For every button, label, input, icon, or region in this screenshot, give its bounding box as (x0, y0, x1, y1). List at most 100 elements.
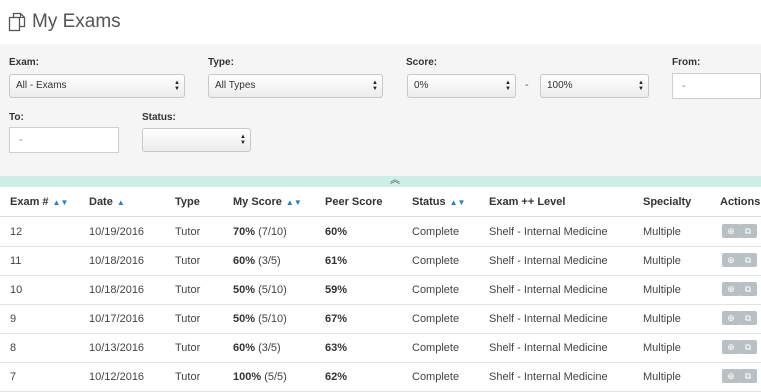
cell-my-score: 60% (3/5) (233, 255, 281, 267)
select-arrows-icon: ▲ ▼ (372, 80, 378, 92)
cell-exam-number: 9 (10, 313, 17, 325)
score-percent: 100% (233, 371, 262, 383)
score-min-select[interactable]: 0% ▲ ▼ (407, 74, 516, 98)
sort-asc-icon: ▲ (116, 198, 125, 207)
select-arrows-icon: ▲ ▼ (505, 80, 511, 92)
cell-peer-score: 60% (325, 226, 348, 238)
cell-exam-number: 7 (10, 371, 17, 383)
type-select-value: All Types (215, 80, 256, 91)
copy-button[interactable]: ⧉ (739, 369, 757, 383)
type-select[interactable]: All Types ▲ ▼ (208, 74, 383, 98)
from-date-value: - (682, 80, 686, 92)
cell-my-score: 60% (3/5) (233, 342, 281, 354)
cell-peer-score: 59% (325, 284, 348, 296)
exam-select[interactable]: All - Exams ▲ ▼ (9, 74, 185, 98)
cell-type: Tutor (175, 342, 201, 354)
zoom-icon: ⊕ (727, 255, 735, 265)
cell-type: Tutor (175, 371, 201, 383)
cell-exam-number: 11 (10, 255, 22, 267)
table-row: 9 10/17/2016 Tutor 50% (5/10) 67% Comple… (0, 304, 761, 334)
copy-icon: ⧉ (744, 371, 752, 381)
cell-status: Complete (412, 226, 460, 238)
cell-specialty: Multiple (643, 342, 681, 354)
column-header-my-score[interactable]: My Score ▲▼ (233, 196, 302, 208)
column-header-label: My Score (233, 196, 282, 208)
review-button[interactable]: ⊕ (722, 311, 740, 325)
copy-icon: ⧉ (744, 342, 752, 352)
cell-exam-level: Shelf - Internal Medicine (489, 342, 608, 354)
to-date-value: - (19, 134, 23, 146)
status-filter-label: Status: (142, 112, 176, 123)
sort-both-icon: ▲▼ (285, 198, 302, 207)
zoom-icon: ⊕ (727, 342, 735, 352)
cell-exam-level: Shelf - Internal Medicine (489, 371, 608, 383)
score-fraction: (5/10) (258, 284, 287, 296)
review-button[interactable]: ⊕ (722, 340, 740, 354)
table-row: 7 10/12/2016 Tutor 100% (5/5) 62% Comple… (0, 362, 761, 392)
cell-date: 10/13/2016 (89, 342, 145, 354)
zoom-icon: ⊕ (727, 313, 735, 323)
review-button[interactable]: ⊕ (722, 282, 740, 296)
column-header-label: Exam # (10, 196, 49, 208)
cell-specialty: Multiple (643, 371, 681, 383)
review-button[interactable]: ⊕ (722, 224, 740, 238)
score-percent: 60% (233, 255, 256, 267)
cell-type: Tutor (175, 226, 201, 238)
review-button[interactable]: ⊕ (722, 253, 740, 267)
column-header-exam-level: Exam ++ Level (489, 196, 566, 208)
column-header-specialty: Specialty (643, 196, 692, 208)
cell-status: Complete (412, 313, 460, 325)
column-header-actions: Actions (720, 196, 761, 208)
copy-button[interactable]: ⧉ (739, 253, 757, 267)
score-fraction: (3/5) (258, 255, 281, 267)
table-row: 8 10/13/2016 Tutor 60% (3/5) 63% Complet… (0, 333, 761, 363)
copy-icon: ⧉ (744, 226, 752, 236)
cell-exam-number: 12 (10, 226, 23, 238)
column-header-peer-score: Peer Score (325, 196, 383, 208)
cell-peer-score: 67% (325, 313, 348, 325)
copy-icon: ⧉ (744, 313, 752, 323)
sort-both-icon: ▲▼ (52, 198, 69, 207)
column-header-type: Type (175, 196, 200, 208)
status-select[interactable]: ▲ ▼ (142, 128, 251, 152)
select-arrows-icon: ▲ ▼ (638, 80, 644, 92)
from-filter-label: From: (672, 57, 701, 68)
copy-button[interactable]: ⧉ (739, 282, 757, 296)
copy-button[interactable]: ⧉ (739, 340, 757, 354)
column-header-status[interactable]: Status ▲▼ (412, 196, 465, 208)
column-header-date[interactable]: Date ▲ (89, 196, 125, 208)
to-date-input[interactable]: - (9, 127, 119, 153)
select-arrows-icon: ▲ ▼ (174, 80, 180, 92)
cell-my-score: 50% (5/10) (233, 313, 287, 325)
column-header-exam-number[interactable]: Exam # ▲▼ (10, 196, 68, 208)
score-max-select[interactable]: 100% ▲ ▼ (540, 74, 649, 98)
select-arrows-icon: ▲ ▼ (240, 134, 246, 146)
cell-peer-score: 61% (325, 255, 348, 267)
cell-date: 10/19/2016 (89, 226, 145, 238)
cell-type: Tutor (175, 255, 201, 267)
copy-button[interactable]: ⧉ (739, 224, 757, 238)
score-fraction: (7/10) (258, 226, 287, 238)
zoom-icon: ⊕ (727, 226, 735, 236)
table-row: 10 10/18/2016 Tutor 50% (5/10) 59% Compl… (0, 275, 761, 305)
cell-exam-level: Shelf - Internal Medicine (489, 284, 608, 296)
cell-specialty: Multiple (643, 226, 681, 238)
cell-peer-score: 62% (325, 371, 348, 383)
cell-type: Tutor (175, 313, 201, 325)
cell-exam-number: 8 (10, 342, 17, 354)
score-fraction: (3/5) (258, 342, 281, 354)
page-header: My Exams (8, 9, 121, 35)
filter-collapse-toggle[interactable]: ︽ (0, 175, 761, 187)
cell-date: 10/18/2016 (89, 255, 145, 267)
from-date-input[interactable]: - (672, 73, 761, 99)
score-range-separator: - (525, 79, 529, 91)
column-header-label: Date (89, 196, 113, 208)
zoom-icon: ⊕ (727, 284, 735, 294)
copy-button[interactable]: ⧉ (739, 311, 757, 325)
cell-date: 10/18/2016 (89, 284, 145, 296)
table-row: 11 10/18/2016 Tutor 60% (3/5) 61% Comple… (0, 246, 761, 276)
column-header-label: Status (412, 196, 446, 208)
cell-date: 10/12/2016 (89, 371, 145, 383)
review-button[interactable]: ⊕ (722, 369, 740, 383)
score-percent: 70% (233, 226, 256, 238)
